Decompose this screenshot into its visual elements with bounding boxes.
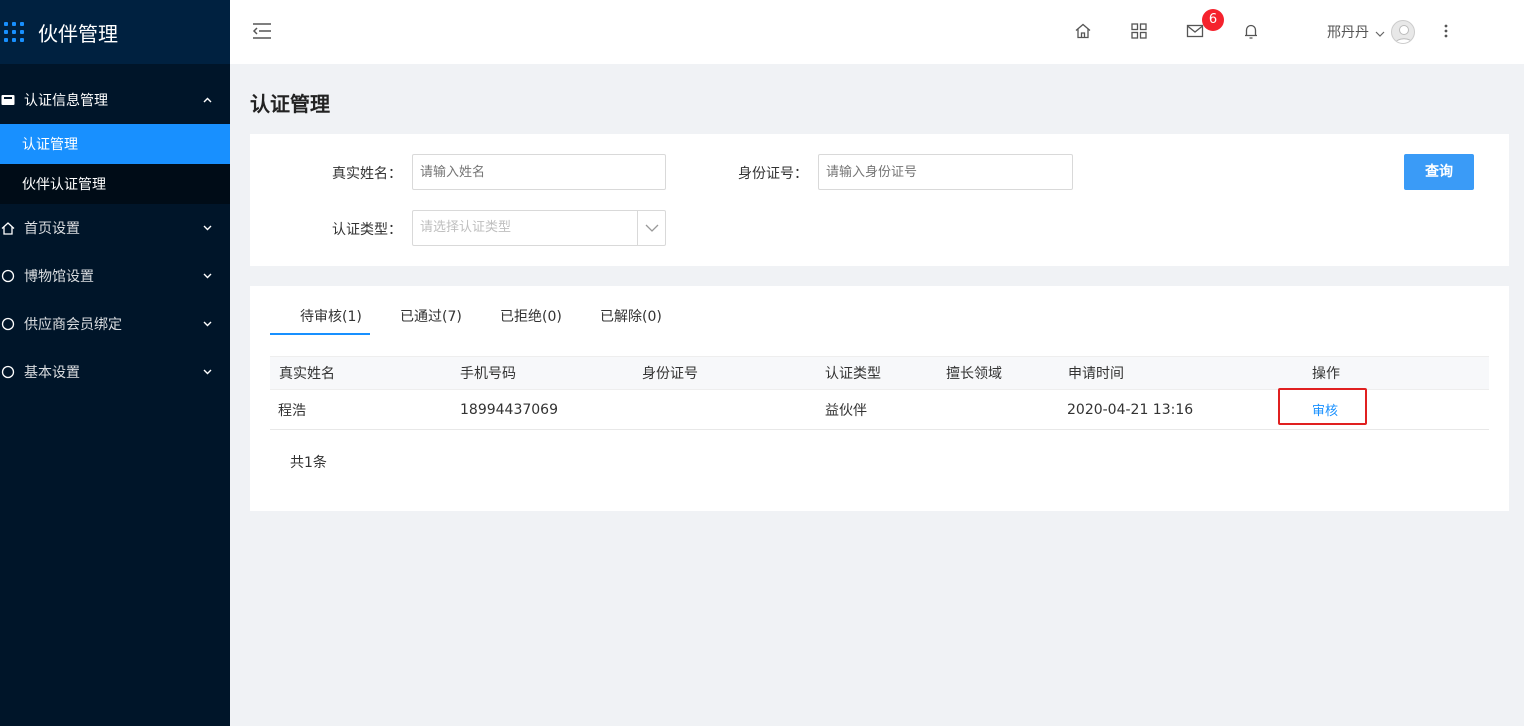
column-header: 真实姓名 — [279, 366, 335, 382]
column-header: 认证类型 — [825, 366, 881, 382]
chevron-down-icon[interactable] — [637, 211, 665, 245]
app-title: 伙伴管理 — [38, 21, 118, 46]
auth-table: 真实姓名 手机号码 身份证号 认证类型 擅长领域 申请时间 操作 程浩 1899… — [270, 356, 1489, 430]
brand: 伙伴管理 — [0, 0, 230, 64]
mail-icon[interactable] — [1186, 22, 1204, 40]
circle-icon — [0, 317, 16, 331]
tab-approved[interactable]: 已通过(7) — [400, 306, 462, 336]
menu-group-label: 基本设置 — [24, 365, 80, 381]
tab-rejected[interactable]: 已拒绝(0) — [500, 306, 562, 336]
chevron-up-icon — [202, 95, 212, 105]
menu-group-label: 博物馆设置 — [24, 269, 94, 285]
top-header: 6 邢丹丹 — [230, 0, 1524, 64]
menu-group-museum-settings[interactable]: 博物馆设置 — [0, 252, 230, 300]
bell-icon[interactable] — [1242, 22, 1260, 40]
username[interactable]: 邢丹丹 — [1327, 22, 1369, 42]
menu-group-basic-settings[interactable]: 基本设置 — [0, 348, 230, 396]
menu-group-label: 供应商会员绑定 — [24, 317, 122, 333]
menu-group-label: 认证信息管理 — [24, 93, 108, 109]
name-filter-label: 真实姓名： — [332, 166, 402, 182]
menu-group-auth-info[interactable]: 认证信息管理 — [0, 76, 230, 124]
chevron-down-icon — [202, 271, 212, 281]
menu-fold-icon[interactable] — [252, 22, 272, 40]
id-number-input[interactable] — [818, 154, 1073, 190]
column-header: 申请时间 — [1068, 366, 1124, 382]
auth-type-select[interactable]: 请选择认证类型 — [412, 210, 666, 246]
tab-pending[interactable]: 待审核(1) — [300, 306, 362, 336]
column-header: 操作 — [1312, 366, 1340, 382]
sidebar-item-partner-auth[interactable]: 伙伴认证管理 — [0, 164, 230, 204]
chevron-down-icon — [202, 223, 212, 233]
chevron-down-icon — [202, 367, 212, 377]
column-header: 擅长领域 — [946, 366, 1002, 382]
cell-phone: 18994437069 — [460, 401, 558, 418]
circle-icon — [0, 365, 16, 379]
type-filter-label: 认证类型： — [332, 222, 402, 238]
name-search-input[interactable] — [412, 154, 666, 190]
auth-type-placeholder: 请选择认证类型 — [420, 220, 512, 235]
menu-group-home-settings[interactable]: 首页设置 — [0, 204, 230, 252]
id-filter-label: 身份证号： — [738, 166, 808, 182]
sidebar: 伙伴管理 认证信息管理 认证管理 伙伴认证管理 首页设置 博物馆设置 供应商会员… — [0, 0, 230, 726]
cell-name: 程浩 — [278, 402, 306, 419]
active-tab-indicator — [270, 333, 370, 335]
cell-auth-type: 益伙伴 — [825, 402, 867, 419]
menu-group-supplier-binding[interactable]: 供应商会员绑定 — [0, 300, 230, 348]
menu-group-label: 首页设置 — [24, 221, 80, 237]
audit-link[interactable]: 审核 — [1312, 390, 1338, 429]
table-row: 程浩 18994437069 益伙伴 2020-04-21 13:16 审核 — [270, 388, 1489, 430]
mail-count-badge: 6 — [1202, 9, 1224, 31]
apps-grid-icon[interactable] — [1130, 22, 1148, 40]
total-count: 共1条 — [290, 455, 327, 471]
result-panel: 待审核(1) 已通过(7) 已拒绝(0) 已解除(0) 真实姓名 手机号码 身份… — [250, 286, 1509, 511]
chevron-down-icon — [202, 319, 212, 329]
circle-icon — [0, 269, 16, 283]
table-header-row: 真实姓名 手机号码 身份证号 认证类型 擅长领域 申请时间 操作 — [270, 356, 1489, 390]
user-avatar-icon[interactable] — [1391, 20, 1415, 44]
sidebar-item-auth-management[interactable]: 认证管理 — [0, 124, 230, 164]
query-button[interactable]: 查询 — [1404, 154, 1474, 190]
tab-released[interactable]: 已解除(0) — [600, 306, 662, 336]
chevron-down-icon[interactable] — [1375, 26, 1385, 37]
column-header: 手机号码 — [460, 366, 516, 382]
app-grid-logo-icon — [4, 22, 24, 42]
home-icon[interactable] — [1074, 22, 1092, 40]
home-icon — [0, 221, 16, 235]
inbox-icon — [0, 93, 16, 107]
cell-apply-time: 2020-04-21 13:16 — [1067, 401, 1194, 418]
more-vertical-icon[interactable] — [1444, 22, 1448, 40]
filter-panel: 真实姓名： 身份证号： 查询 认证类型： 请选择认证类型 — [250, 134, 1509, 266]
page-title: 认证管理 — [250, 92, 330, 116]
sidebar-menu: 认证信息管理 认证管理 伙伴认证管理 首页设置 博物馆设置 供应商会员绑定 基本… — [0, 64, 230, 396]
column-header: 身份证号 — [642, 366, 698, 382]
